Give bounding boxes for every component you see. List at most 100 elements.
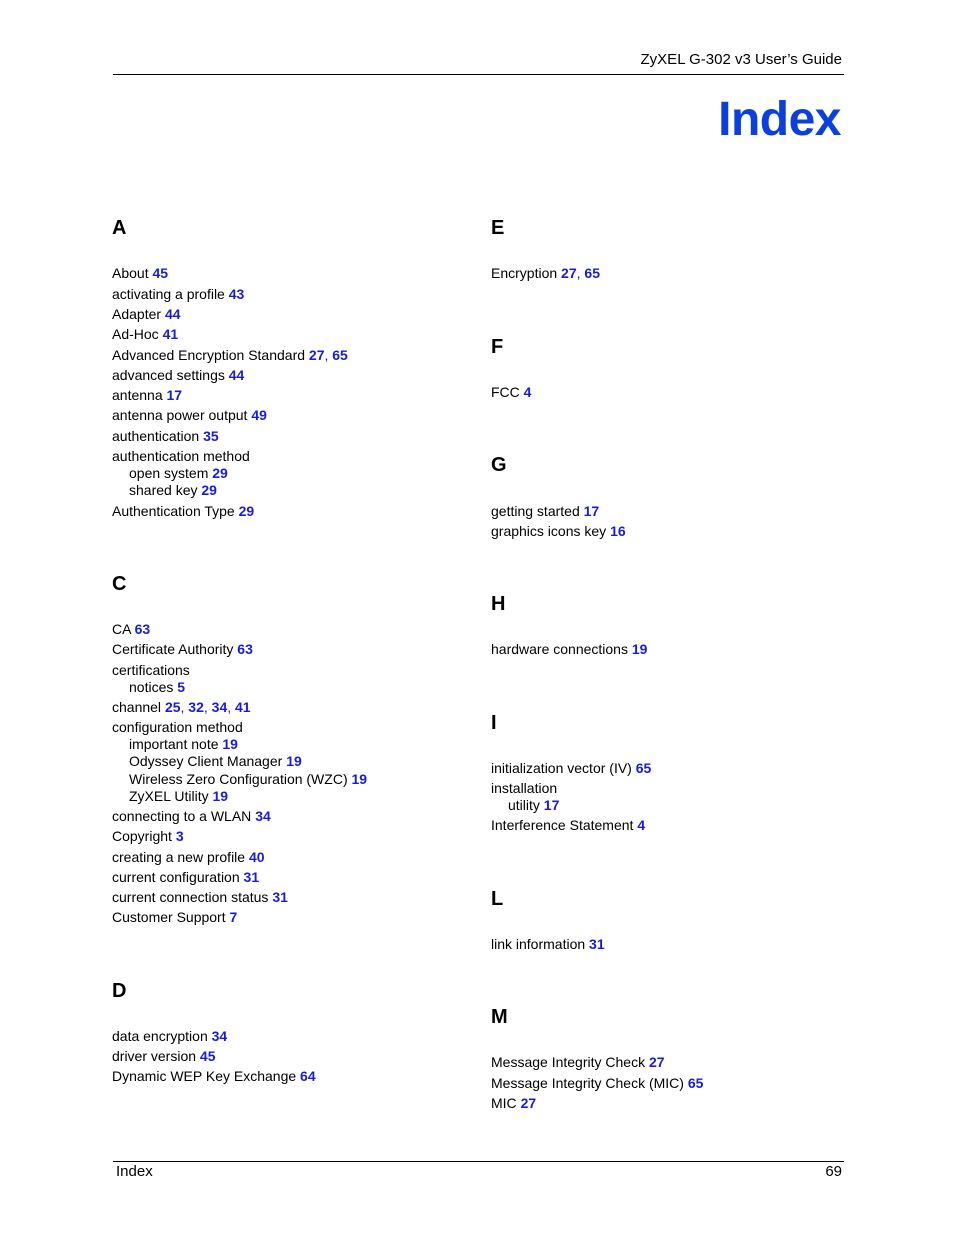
- page-title: Index: [718, 93, 841, 146]
- index-entry: Certificate Authority 63: [112, 642, 253, 656]
- page-reference-link[interactable]: 65: [636, 760, 652, 776]
- index-subentry: shared key 29: [112, 483, 217, 497]
- footer-rule: [113, 1161, 844, 1162]
- page-reference-link[interactable]: 43: [229, 286, 245, 302]
- page-reference-link[interactable]: 64: [300, 1068, 316, 1084]
- page-reference-link[interactable]: 27: [521, 1095, 537, 1111]
- page-reference-link[interactable]: 45: [152, 265, 168, 281]
- page-reference-link[interactable]: 63: [237, 641, 253, 657]
- page-reference-link[interactable]: 25: [165, 699, 181, 715]
- index-term: shared key: [129, 482, 198, 498]
- page-reference-link[interactable]: 34: [212, 1028, 228, 1044]
- index-entry: Advanced Encryption Standard 27, 65: [112, 348, 348, 362]
- page-reference-link[interactable]: 29: [239, 503, 255, 519]
- index-term: authentication method: [112, 448, 250, 464]
- page-reference-link[interactable]: 16: [610, 523, 626, 539]
- index-subentry: notices 5: [112, 680, 185, 694]
- page-reference-link[interactable]: 19: [632, 641, 648, 657]
- index-term: Message Integrity Check (MIC): [491, 1075, 684, 1091]
- page-reference-link[interactable]: 27: [561, 265, 577, 281]
- page-reference-link[interactable]: 44: [229, 367, 245, 383]
- page-reference-link[interactable]: 31: [589, 936, 605, 952]
- index-term: Dynamic WEP Key Exchange: [112, 1068, 297, 1084]
- guide-title: ZyXEL G-302 v3 User’s Guide: [640, 51, 842, 68]
- index-term: Adapter: [112, 306, 162, 322]
- page-reference-link[interactable]: 29: [201, 482, 217, 498]
- page-reference-link[interactable]: 27: [309, 347, 325, 363]
- page-reference-link[interactable]: 17: [544, 797, 560, 813]
- index-term: initialization vector (IV): [491, 760, 632, 776]
- page-reference-link[interactable]: 7: [230, 909, 238, 925]
- index-term: Interference Statement: [491, 817, 634, 833]
- index-term: hardware connections: [491, 641, 628, 657]
- index-term: Wireless Zero Configuration (WZC): [129, 771, 348, 787]
- page-reference-link[interactable]: 19: [213, 788, 229, 804]
- page-reference-link[interactable]: 19: [352, 771, 368, 787]
- index-entry: hardware connections 19: [491, 642, 647, 656]
- page-reference-link[interactable]: 65: [688, 1075, 704, 1091]
- index-term: connecting to a WLAN: [112, 808, 252, 824]
- index-term: utility: [508, 797, 540, 813]
- index-term: driver version: [112, 1048, 197, 1064]
- page-reference-link[interactable]: 5: [177, 679, 185, 695]
- index-entry: Message Integrity Check 27: [491, 1055, 665, 1069]
- section-letter: E: [491, 217, 505, 239]
- index-entry: CA 63: [112, 622, 150, 636]
- index-term: Odyssey Client Manager: [129, 753, 283, 769]
- index-term: channel: [112, 699, 162, 715]
- header-rule: [113, 74, 844, 75]
- section-letter: D: [112, 980, 127, 1002]
- page-reference-link[interactable]: 40: [249, 849, 265, 865]
- page-reference-link[interactable]: 19: [222, 736, 238, 752]
- index-entry: Interference Statement 4: [491, 818, 645, 832]
- index-term: data encryption: [112, 1028, 208, 1044]
- index-entry: channel 25, 32, 34, 41: [112, 700, 251, 714]
- index-term: FCC: [491, 384, 520, 400]
- index-entry: current connection status 31: [112, 890, 288, 904]
- page-separator: ,: [203, 699, 212, 715]
- page-reference-link[interactable]: 3: [176, 828, 184, 844]
- index-subentry: Odyssey Client Manager 19: [112, 754, 302, 768]
- page-reference-link[interactable]: 49: [251, 407, 267, 423]
- page-reference-link[interactable]: 34: [255, 808, 271, 824]
- page-reference-link[interactable]: 31: [272, 889, 288, 905]
- page-reference-link[interactable]: 17: [584, 503, 600, 519]
- section-letter: I: [491, 712, 497, 734]
- page-reference-link[interactable]: 4: [524, 384, 532, 400]
- page-reference-link[interactable]: 29: [212, 465, 228, 481]
- index-entry: certifications: [112, 663, 190, 677]
- index-entry: current configuration 31: [112, 870, 259, 884]
- index-entry: configuration method: [112, 720, 243, 734]
- index-term: antenna power output: [112, 407, 248, 423]
- page-reference-link[interactable]: 63: [135, 621, 151, 637]
- page-reference-link[interactable]: 41: [163, 326, 179, 342]
- page-reference-link[interactable]: 41: [235, 699, 251, 715]
- index-subentry: ZyXEL Utility 19: [112, 789, 228, 803]
- index-entry: antenna 17: [112, 388, 182, 402]
- index-entry: driver version 45: [112, 1049, 216, 1063]
- page-reference-link[interactable]: 4: [637, 817, 645, 833]
- index-term: MIC: [491, 1095, 517, 1111]
- page-number: 69: [825, 1163, 842, 1180]
- page-reference-link[interactable]: 34: [212, 699, 228, 715]
- index-term: ZyXEL Utility: [129, 788, 209, 804]
- page-reference-link[interactable]: 31: [244, 869, 260, 885]
- page-reference-link[interactable]: 45: [200, 1048, 216, 1064]
- page-reference-link[interactable]: 17: [167, 387, 183, 403]
- footer-section: Index: [116, 1163, 153, 1180]
- page-reference-link[interactable]: 27: [649, 1054, 665, 1070]
- page-reference-link[interactable]: 32: [188, 699, 204, 715]
- index-entry: About 45: [112, 266, 168, 280]
- page-reference-link[interactable]: 65: [584, 265, 600, 281]
- page-reference-link[interactable]: 19: [286, 753, 302, 769]
- section-letter: G: [491, 454, 507, 476]
- index-term: activating a profile: [112, 286, 225, 302]
- index-term: certifications: [112, 662, 190, 678]
- page-reference-link[interactable]: 65: [332, 347, 348, 363]
- index-term: CA: [112, 621, 131, 637]
- index-entry: data encryption 34: [112, 1029, 227, 1043]
- index-entry: getting started 17: [491, 504, 599, 518]
- page-reference-link[interactable]: 35: [203, 428, 219, 444]
- section-letter: A: [112, 217, 127, 239]
- page-reference-link[interactable]: 44: [165, 306, 181, 322]
